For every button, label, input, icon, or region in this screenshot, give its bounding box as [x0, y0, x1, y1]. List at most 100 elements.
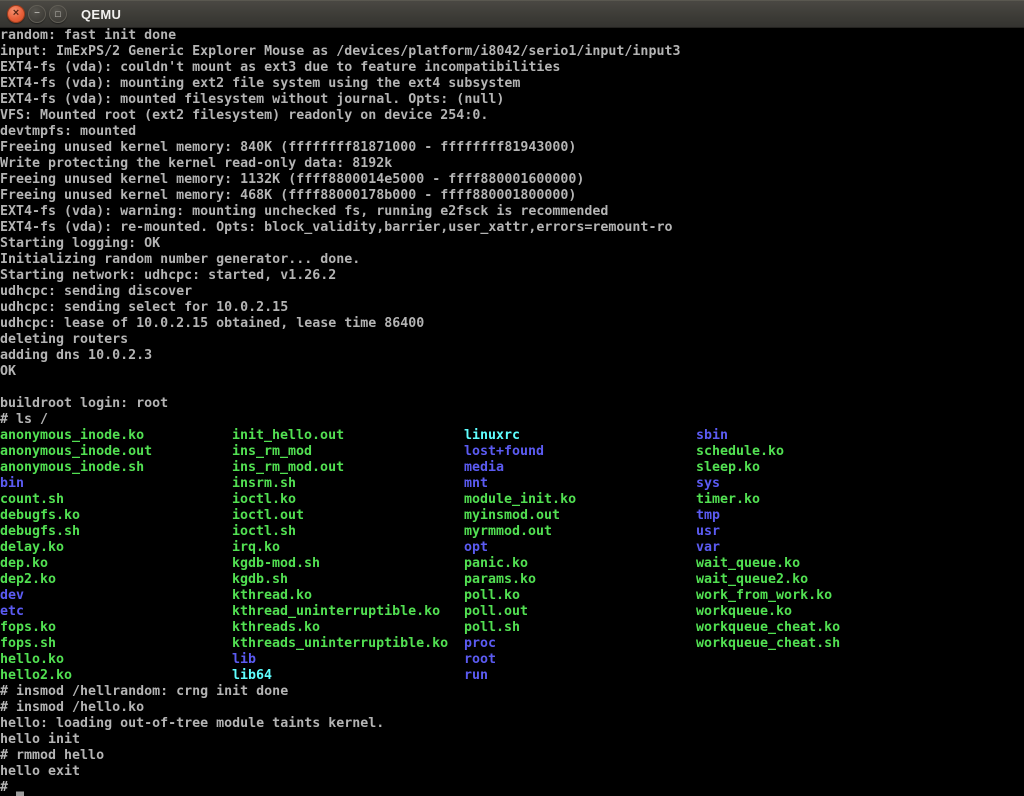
file-entry: delay.ko	[0, 540, 232, 556]
directory-entry: opt	[464, 540, 696, 556]
directory-entry: etc	[0, 604, 232, 620]
terminal-line: deleting routers	[0, 332, 1024, 348]
file-entry: workqueue.ko	[696, 604, 928, 620]
file-entry: anonymous_inode.sh	[0, 460, 232, 476]
file-entry: debugfs.ko	[0, 508, 232, 524]
directory-entry: mnt	[464, 476, 696, 492]
terminal-line: input: ImExPS/2 Generic Explorer Mouse a…	[0, 44, 1024, 60]
directory-entry: usr	[696, 524, 928, 540]
terminal-line: devkthread.kopoll.kowork_from_work.ko	[0, 588, 1024, 604]
file-entry: wait_queue2.ko	[696, 572, 928, 588]
terminal-line	[0, 380, 1024, 396]
terminal-line: Freeing unused kernel memory: 468K (ffff…	[0, 188, 1024, 204]
terminal-line: Freeing unused kernel memory: 840K (ffff…	[0, 140, 1024, 156]
file-entry: irq.ko	[232, 540, 464, 556]
file-entry: ins_rm_mod.out	[232, 460, 464, 476]
file-entry: anonymous_inode.out	[0, 444, 232, 460]
terminal-line: # ls /	[0, 412, 1024, 428]
file-entry: module_init.ko	[464, 492, 696, 508]
terminal-line: random: fast init done	[0, 28, 1024, 44]
minimize-button[interactable]: −	[28, 5, 46, 23]
terminal-line: hello init	[0, 732, 1024, 748]
file-entry: myrmmod.out	[464, 524, 696, 540]
terminal-line: hello2.kolib64run	[0, 668, 1024, 684]
file-entry: sleep.ko	[696, 460, 928, 476]
terminal-line: anonymous_inode.outins_rm_modlost+founds…	[0, 444, 1024, 460]
terminal-line: delay.koirq.kooptvar	[0, 540, 1024, 556]
maximize-button[interactable]: □	[49, 5, 67, 23]
file-entry: kthread_uninterruptible.ko	[232, 604, 464, 620]
directory-entry: proc	[464, 636, 696, 652]
terminal-line: Freeing unused kernel memory: 1132K (fff…	[0, 172, 1024, 188]
terminal-line: adding dns 10.0.2.3	[0, 348, 1024, 364]
file-entry: kthreads_uninterruptible.ko	[232, 636, 464, 652]
terminal-line: EXT4-fs (vda): re-mounted. Opts: block_v…	[0, 220, 1024, 236]
file-entry: kthreads.ko	[232, 620, 464, 636]
file-entry: hello2.ko	[0, 668, 232, 684]
directory-entry: run	[464, 668, 696, 684]
terminal-line: dep.kokgdb-mod.shpanic.kowait_queue.ko	[0, 556, 1024, 572]
terminal-line: # insmod /hello.ko	[0, 700, 1024, 716]
file-entry: count.sh	[0, 492, 232, 508]
terminal-line: # rmmod hello	[0, 748, 1024, 764]
terminal-output[interactable]: random: fast init doneinput: ImExPS/2 Ge…	[0, 28, 1024, 796]
file-entry: ins_rm_mod	[232, 444, 464, 460]
qemu-window: × − □ QEMU random: fast init doneinput: …	[0, 0, 1024, 796]
window-titlebar: × − □ QEMU	[0, 0, 1024, 28]
terminal-line: buildroot login: root	[0, 396, 1024, 412]
directory-entry: sbin	[696, 428, 928, 444]
file-entry: kthread.ko	[232, 588, 464, 604]
terminal-line: EXT4-fs (vda): mounted filesystem withou…	[0, 92, 1024, 108]
file-entry: poll.ko	[464, 588, 696, 604]
maximize-icon: □	[55, 10, 60, 19]
file-entry: anonymous_inode.ko	[0, 428, 232, 444]
minimize-icon: −	[34, 9, 40, 19]
symlink-entry: linuxrc	[464, 428, 696, 444]
terminal-line: anonymous_inode.koinit_hello.outlinuxrcs…	[0, 428, 1024, 444]
shell-prompt: #	[0, 780, 16, 795]
terminal-line: udhcpc: lease of 10.0.2.15 obtained, lea…	[0, 316, 1024, 332]
directory-entry: media	[464, 460, 696, 476]
close-button[interactable]: ×	[7, 5, 25, 23]
directory-entry: root	[464, 652, 696, 668]
terminal-line: #	[0, 780, 1024, 796]
directory-entry: sys	[696, 476, 928, 492]
terminal-line: bininsrm.shmntsys	[0, 476, 1024, 492]
file-entry: timer.ko	[696, 492, 928, 508]
terminal-cursor	[16, 780, 24, 796]
file-entry: insrm.sh	[232, 476, 464, 492]
directory-entry: lost+found	[464, 444, 696, 460]
file-entry: poll.out	[464, 604, 696, 620]
file-entry: debugfs.sh	[0, 524, 232, 540]
file-entry: ioctl.ko	[232, 492, 464, 508]
terminal-line: hello: loading out-of-tree module taints…	[0, 716, 1024, 732]
terminal-line: count.shioctl.komodule_init.kotimer.ko	[0, 492, 1024, 508]
terminal-line: udhcpc: sending select for 10.0.2.15	[0, 300, 1024, 316]
window-title: QEMU	[81, 7, 121, 22]
terminal-line: hello.kolibroot	[0, 652, 1024, 668]
terminal-line: anonymous_inode.shins_rm_mod.outmediasle…	[0, 460, 1024, 476]
directory-entry: tmp	[696, 508, 928, 524]
terminal-line: debugfs.koioctl.outmyinsmod.outtmp	[0, 508, 1024, 524]
file-entry: fops.sh	[0, 636, 232, 652]
terminal-line: Starting logging: OK	[0, 236, 1024, 252]
terminal-line: dep2.kokgdb.shparams.kowait_queue2.ko	[0, 572, 1024, 588]
file-entry: poll.sh	[464, 620, 696, 636]
directory-entry: bin	[0, 476, 232, 492]
file-entry: fops.ko	[0, 620, 232, 636]
file-entry: wait_queue.ko	[696, 556, 928, 572]
terminal-line: EXT4-fs (vda): couldn't mount as ext3 du…	[0, 60, 1024, 76]
terminal-line: hello exit	[0, 764, 1024, 780]
terminal-line: etckthread_uninterruptible.kopoll.outwor…	[0, 604, 1024, 620]
directory-entry: var	[696, 540, 928, 556]
directory-entry: lib	[232, 652, 464, 668]
file-entry: init_hello.out	[232, 428, 464, 444]
file-entry: workqueue_cheat.ko	[696, 620, 928, 636]
terminal-line: # insmod /hellrandom: crng init done	[0, 684, 1024, 700]
file-entry: kgdb-mod.sh	[232, 556, 464, 572]
file-entry: work_from_work.ko	[696, 588, 928, 604]
terminal-line: debugfs.shioctl.shmyrmmod.outusr	[0, 524, 1024, 540]
symlink-entry: lib64	[232, 668, 464, 684]
directory-entry: dev	[0, 588, 232, 604]
terminal-line: Starting network: udhcpc: started, v1.26…	[0, 268, 1024, 284]
